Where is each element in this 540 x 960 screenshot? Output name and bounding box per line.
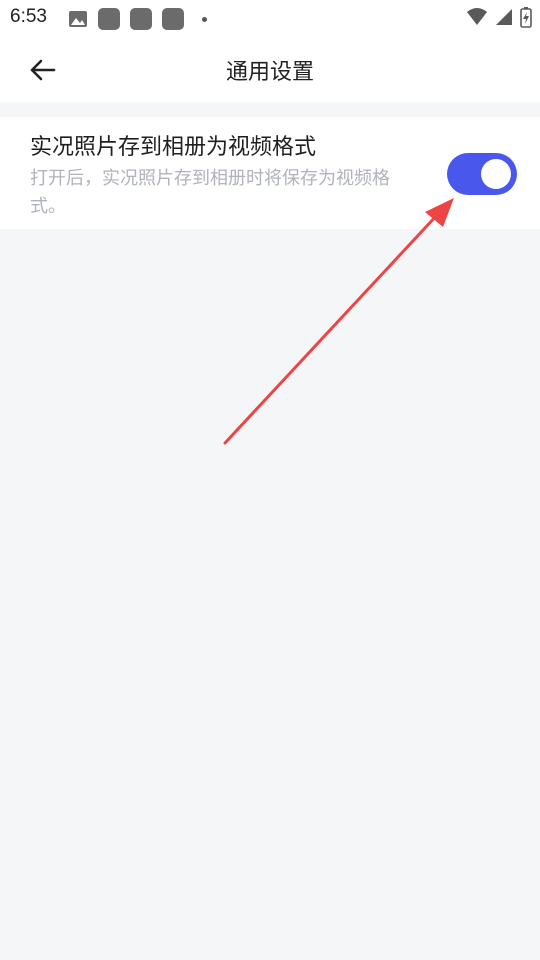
- battery-icon: [520, 7, 532, 28]
- app-notification-icon: [130, 8, 152, 30]
- cell-signal-icon: [496, 9, 512, 25]
- wifi-icon: [467, 8, 487, 25]
- app-notification-icon: [162, 8, 184, 30]
- live-photo-video-toggle[interactable]: [447, 153, 517, 195]
- setting-description: 打开后，实况照片存到相册时将保存为视频格式。: [30, 168, 390, 217]
- image-icon: [69, 11, 87, 27]
- app-header: 通用设置: [0, 36, 540, 102]
- status-time: 6:53: [10, 6, 47, 27]
- page-title: 通用设置: [225, 60, 314, 85]
- setting-title: 实况照片存到相册为视频格式: [30, 135, 317, 160]
- notification-icons: [68, 8, 207, 30]
- more-notifications-icon: [202, 16, 207, 22]
- setting-row-live-photo-video: 实况照片存到相册为视频格式 打开后，实况照片存到相册时将保存为视频格式。: [0, 117, 540, 229]
- toggle-knob: [481, 159, 511, 189]
- app-notification-icon: [98, 8, 120, 30]
- system-icons: [466, 6, 532, 28]
- status-bar: 6:53: [0, 0, 540, 36]
